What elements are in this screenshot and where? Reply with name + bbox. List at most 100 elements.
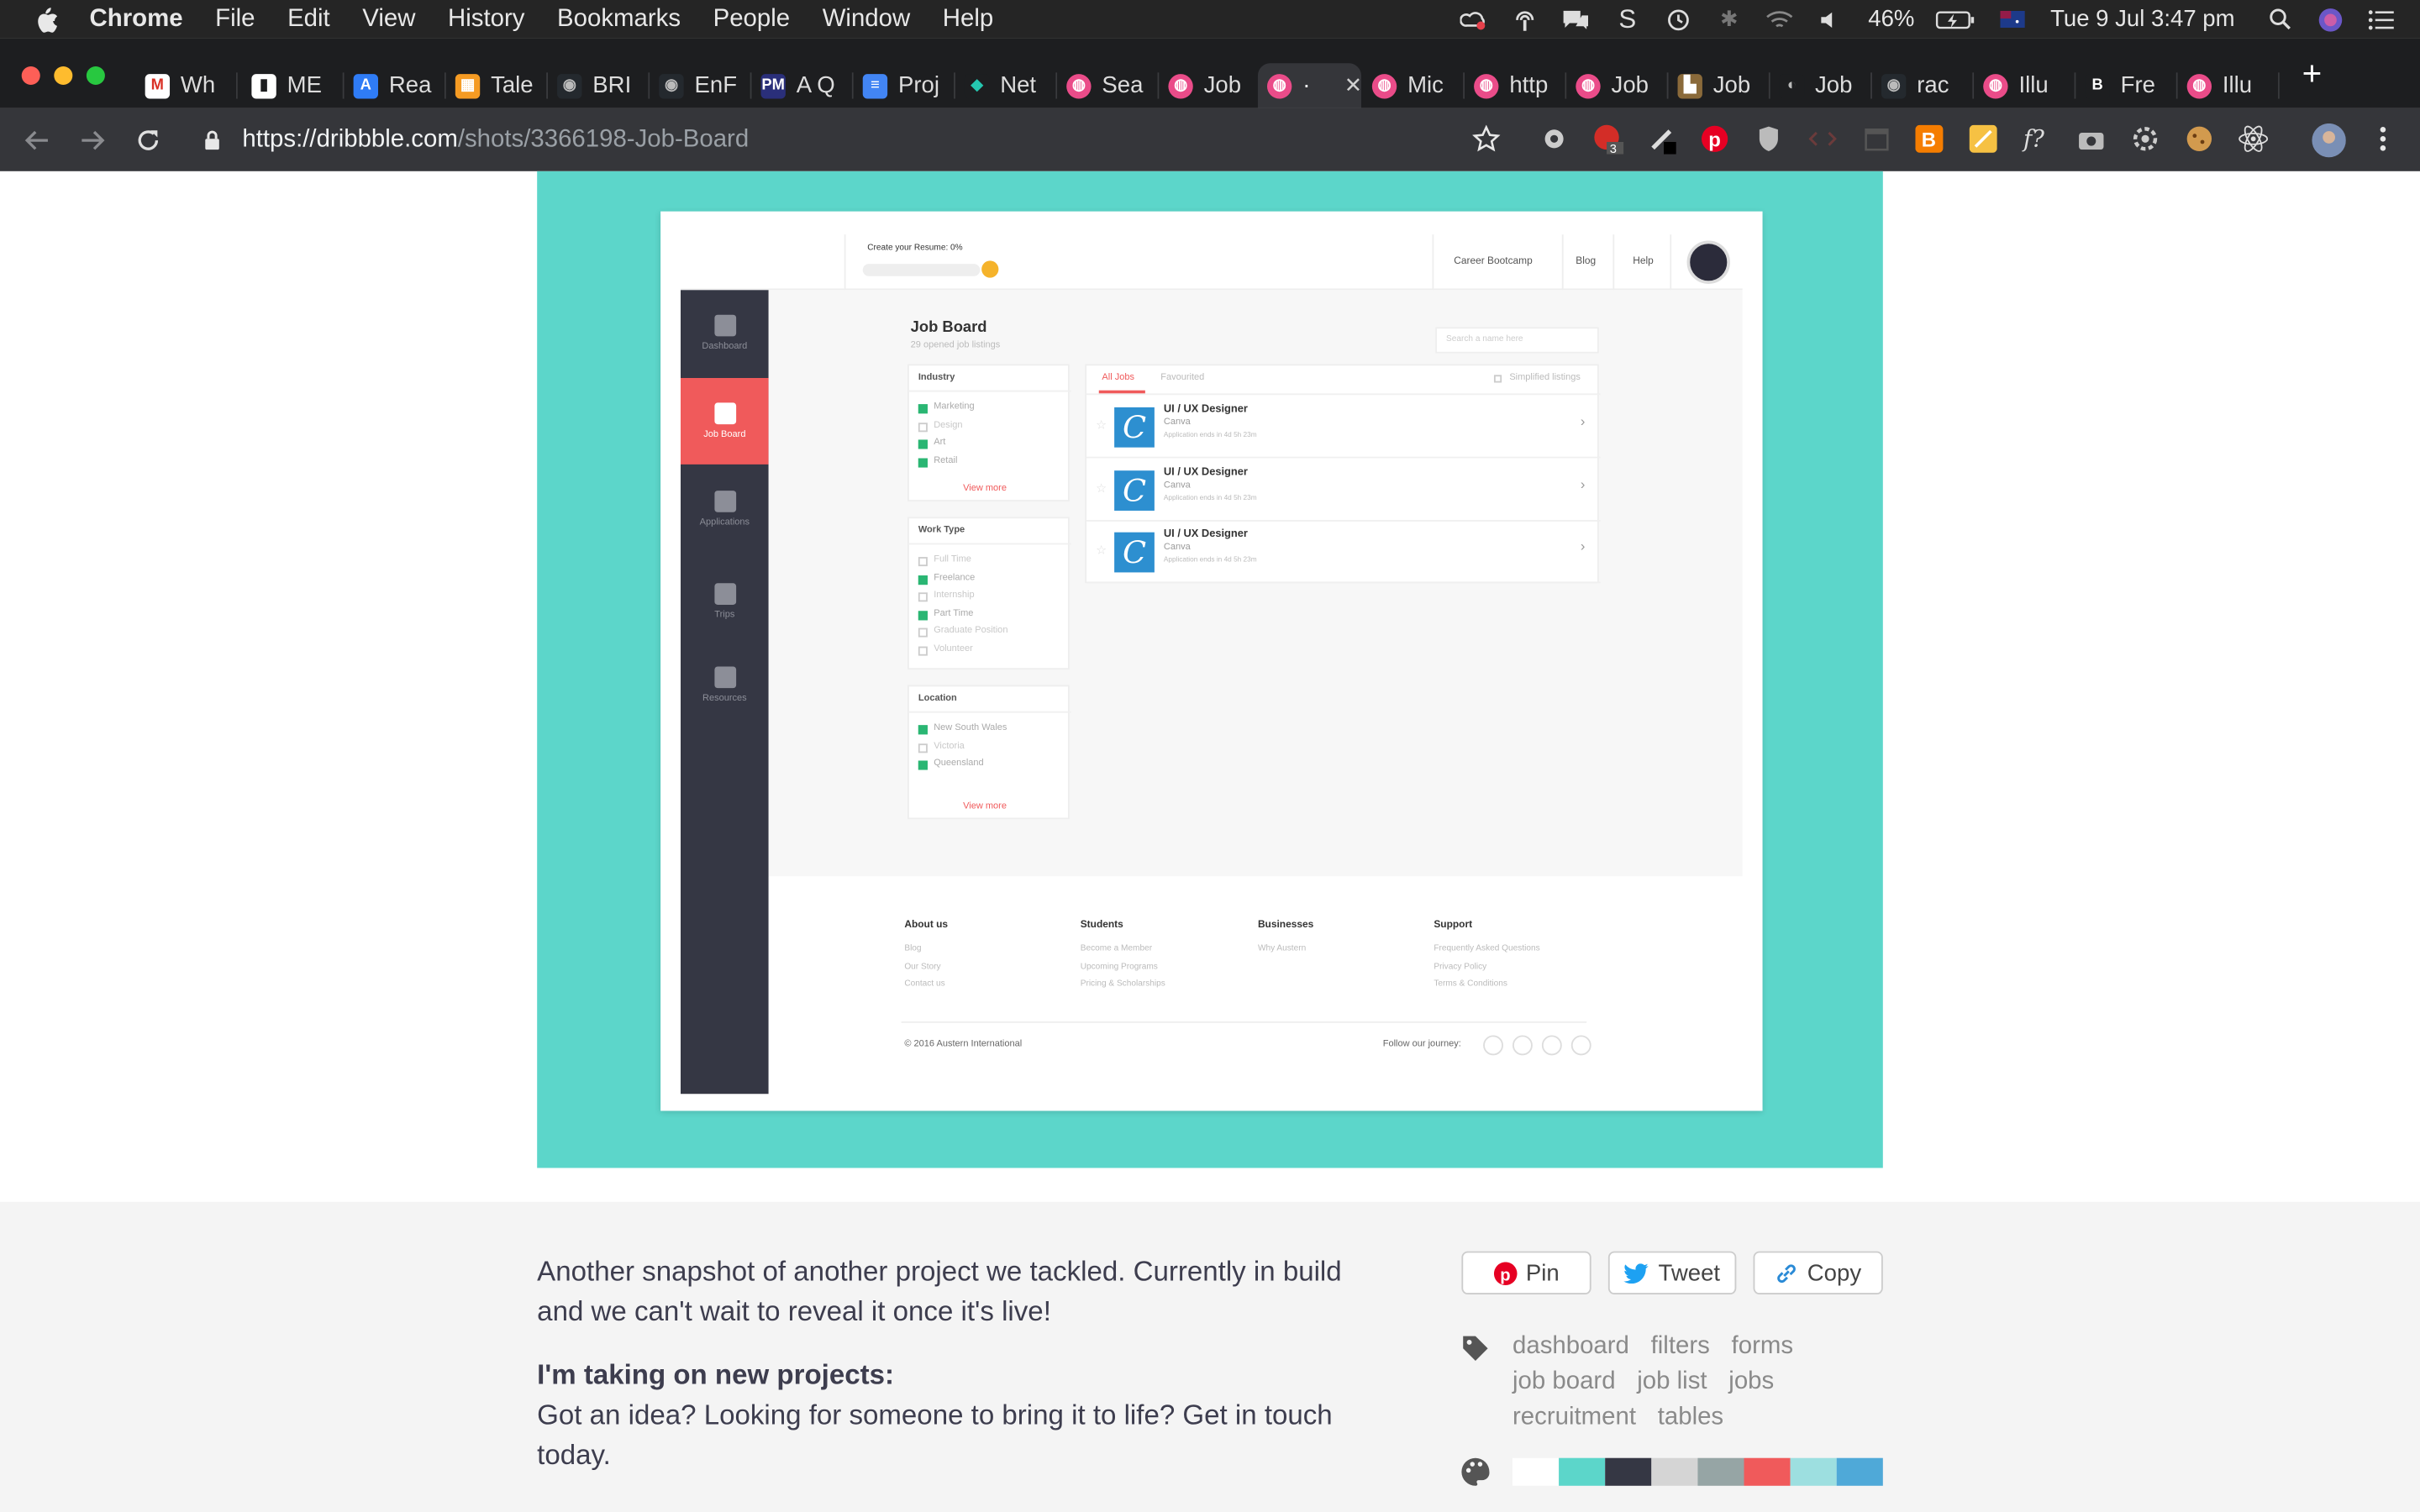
airdrop-icon[interactable] bbox=[1512, 7, 1539, 31]
mockup-resume-label: Create your Resume: 0% bbox=[867, 244, 963, 254]
font-extension-icon[interactable]: f? bbox=[2022, 123, 2053, 155]
palette-swatch[interactable] bbox=[1605, 1457, 1652, 1486]
flag-au-icon[interactable] bbox=[1999, 7, 2027, 31]
tab-active[interactable]: ◍ · ✕ bbox=[1257, 63, 1361, 108]
menu-edit[interactable]: Edit bbox=[287, 0, 330, 39]
menu-bookmarks[interactable]: Bookmarks bbox=[557, 0, 681, 39]
volume-icon[interactable] bbox=[1818, 7, 1845, 31]
palette-swatch[interactable] bbox=[1651, 1457, 1698, 1486]
pen-extension-icon[interactable] bbox=[1647, 123, 1678, 155]
close-window-button[interactable] bbox=[21, 66, 40, 86]
browser-tab[interactable]: ◍ Job bbox=[1566, 63, 1669, 108]
tag-link[interactable]: job board bbox=[1512, 1364, 1616, 1399]
mockup-checkbox bbox=[918, 557, 928, 567]
battery-icon[interactable] bbox=[1936, 7, 1976, 31]
menu-help[interactable]: Help bbox=[943, 0, 993, 39]
mockup-checkbox-label: Retail bbox=[934, 455, 958, 465]
blogger-extension-icon[interactable]: B bbox=[1914, 123, 1945, 155]
pinterest-extension-icon[interactable]: p bbox=[1699, 123, 1730, 155]
browser-tab[interactable]: ▮ ME bbox=[242, 63, 345, 108]
browser-tab[interactable]: ◆ Net bbox=[955, 63, 1058, 108]
shield-extension-icon[interactable] bbox=[1754, 123, 1785, 155]
copy-link-button[interactable]: Copy bbox=[1753, 1251, 1883, 1295]
browser-tab[interactable]: ◐ Job bbox=[1770, 63, 1872, 108]
apple-icon[interactable] bbox=[34, 5, 61, 33]
tag-link[interactable]: filters bbox=[1651, 1328, 1710, 1363]
tag-link[interactable]: job list bbox=[1637, 1364, 1707, 1399]
close-tab-icon[interactable]: ✕ bbox=[1344, 72, 1361, 98]
wifi-icon[interactable] bbox=[1766, 7, 1794, 31]
time-machine-icon[interactable] bbox=[1665, 7, 1692, 31]
palette-swatch[interactable] bbox=[1790, 1457, 1837, 1486]
skype-icon[interactable]: S bbox=[1613, 4, 1641, 34]
browser-tab[interactable]: ◉ BRI bbox=[548, 63, 650, 108]
gear-extension-icon[interactable] bbox=[1539, 123, 1570, 155]
browser-tab[interactable]: ≡ Proj bbox=[854, 63, 955, 108]
calendar-extension-icon[interactable] bbox=[1861, 123, 1892, 155]
react-extension-icon[interactable] bbox=[2238, 123, 2269, 155]
tag-link[interactable]: tables bbox=[1658, 1399, 1723, 1435]
shot-image[interactable]: Create your Resume: 0% Career Bootcamp B… bbox=[537, 171, 1883, 1168]
browser-tab[interactable]: ◉ rac bbox=[1872, 63, 1975, 108]
browser-tab[interactable]: M Wh bbox=[136, 63, 238, 108]
spotlight-search-icon[interactable] bbox=[2265, 7, 2293, 31]
menu-view[interactable]: View bbox=[362, 0, 415, 39]
camera-extension-icon[interactable] bbox=[2075, 123, 2107, 155]
settings-extension-icon[interactable] bbox=[2130, 123, 2161, 155]
mockup-nav-job-board: Job Board bbox=[681, 378, 769, 465]
new-tab-button[interactable]: + bbox=[2296, 56, 2328, 90]
browser-tab[interactable]: ▦ Tale bbox=[446, 63, 549, 108]
palette-swatch[interactable] bbox=[1512, 1457, 1560, 1486]
browser-tab[interactable]: ◉ EnF bbox=[650, 63, 752, 108]
tag-link[interactable]: dashboard bbox=[1512, 1328, 1629, 1363]
notification-center-icon[interactable] bbox=[2368, 7, 2396, 31]
notes-extension-icon[interactable] bbox=[1968, 123, 1999, 155]
reload-icon[interactable] bbox=[133, 124, 164, 155]
siri-icon[interactable] bbox=[2317, 7, 2344, 31]
browser-tab[interactable]: ◍ Job bbox=[1159, 63, 1261, 108]
browser-tab[interactable]: ◍ Illu bbox=[2178, 63, 2280, 108]
browser-tab[interactable]: ◍ http bbox=[1465, 63, 1567, 108]
cookie-extension-icon[interactable] bbox=[2184, 123, 2215, 155]
clock[interactable]: Tue 9 Jul 3:47 pm bbox=[2050, 6, 2235, 32]
mockup-checkbox bbox=[918, 404, 928, 414]
address-bar[interactable]: https://dribbble.com/shots/3366198-Job-B… bbox=[185, 120, 1450, 160]
palette-swatch[interactable] bbox=[1744, 1457, 1791, 1486]
browser-tab[interactable]: ◍ Sea bbox=[1057, 63, 1160, 108]
palette-swatch[interactable] bbox=[1836, 1457, 1883, 1486]
bluetooth-icon[interactable]: ✱ bbox=[1715, 6, 1743, 31]
browser-tab[interactable]: PM A Q bbox=[751, 63, 854, 108]
code-extension-icon[interactable] bbox=[1807, 123, 1839, 155]
profile-avatar[interactable] bbox=[2312, 123, 2346, 158]
palette-swatch[interactable] bbox=[1559, 1457, 1606, 1486]
menu-window[interactable]: Window bbox=[823, 0, 911, 39]
browser-tab[interactable]: ▙ Job bbox=[1669, 63, 1770, 108]
lock-icon[interactable] bbox=[203, 129, 220, 151]
browser-tab[interactable]: ◍ Illu bbox=[1974, 63, 2076, 108]
tag-link[interactable]: recruitment bbox=[1512, 1399, 1636, 1435]
zoom-window-button[interactable] bbox=[86, 66, 105, 86]
tag-link[interactable]: forms bbox=[1732, 1328, 1793, 1363]
mockup-checkbox bbox=[918, 760, 928, 770]
lastpass-extension-icon[interactable]: 3 bbox=[1593, 123, 1624, 155]
tag-link[interactable]: jobs bbox=[1728, 1364, 1774, 1399]
pin-button[interactable]: p Pin bbox=[1461, 1251, 1591, 1295]
mockup-link-career-bootcamp: Career Bootcamp bbox=[1454, 255, 1533, 267]
chrome-menu-icon[interactable] bbox=[2368, 123, 2399, 155]
menu-history[interactable]: History bbox=[448, 0, 524, 39]
menu-people[interactable]: People bbox=[713, 0, 791, 39]
back-icon[interactable] bbox=[22, 124, 53, 155]
menu-app-name[interactable]: Chrome bbox=[90, 0, 183, 39]
chat-icon[interactable] bbox=[1563, 7, 1591, 31]
browser-tab[interactable]: A Rea bbox=[345, 63, 446, 108]
browser-tab[interactable]: B Fre bbox=[2075, 63, 2178, 108]
browser-tab[interactable]: ◍ Mic bbox=[1363, 63, 1465, 108]
bookmark-star-icon[interactable] bbox=[1470, 123, 1502, 155]
minimize-window-button[interactable] bbox=[54, 66, 73, 86]
menu-file[interactable]: File bbox=[215, 0, 255, 39]
tab-title: A Q bbox=[796, 72, 835, 99]
forward-icon[interactable] bbox=[77, 124, 108, 155]
palette-swatch[interactable] bbox=[1697, 1457, 1744, 1486]
tweet-button[interactable]: Tweet bbox=[1607, 1251, 1737, 1295]
creative-cloud-icon[interactable] bbox=[1460, 7, 1488, 31]
